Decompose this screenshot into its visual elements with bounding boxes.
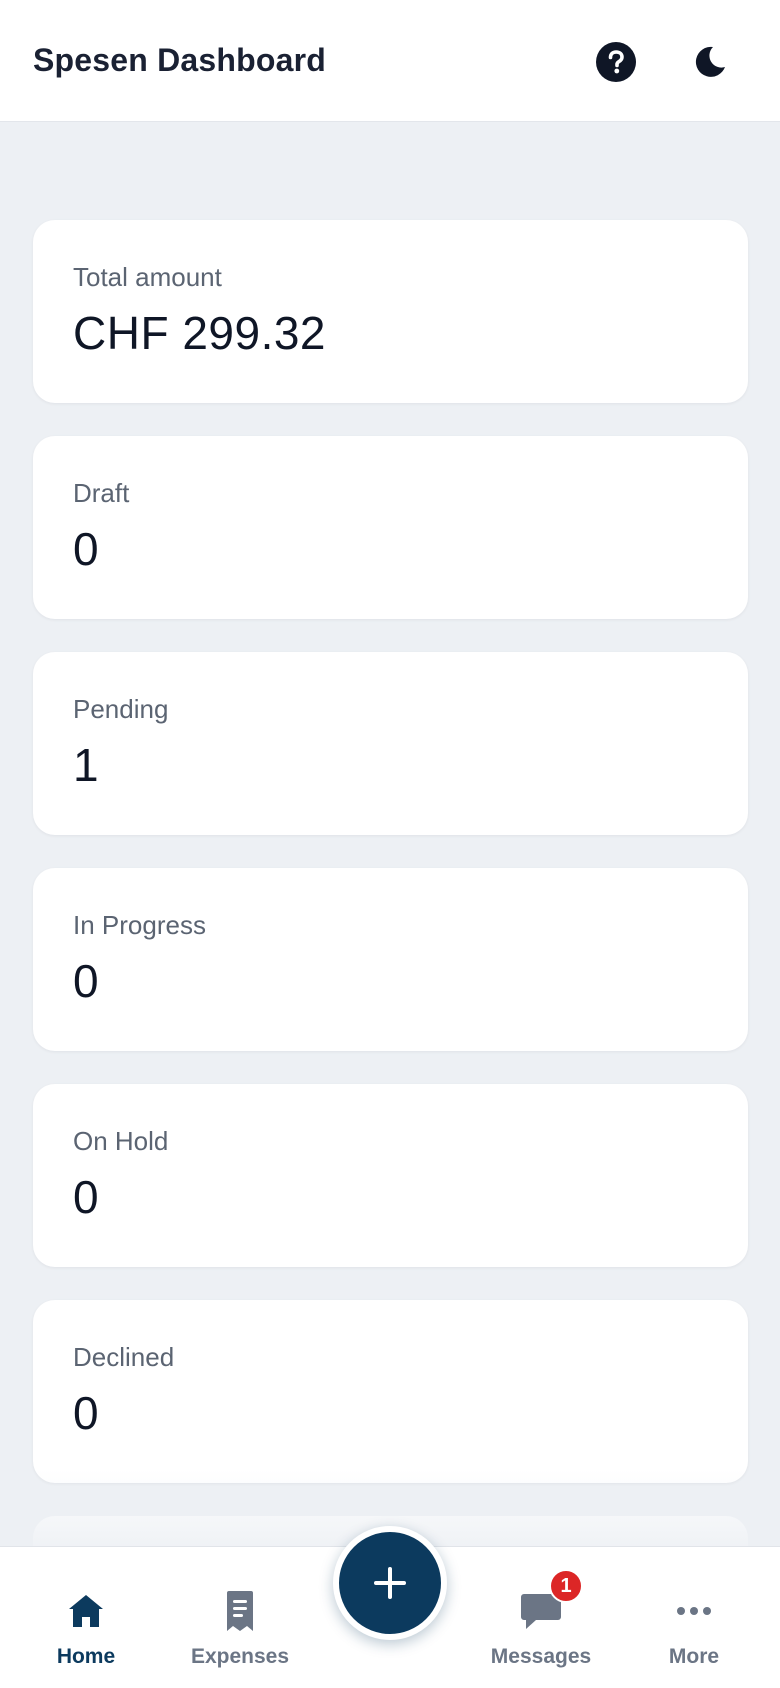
nav-item-more[interactable]: More xyxy=(624,1547,764,1688)
nav-label: Home xyxy=(56,1645,116,1668)
dashboard-content: Total amount CHF 299.32 Draft 0 Pending … xyxy=(0,122,780,1546)
messages-badge: 1 xyxy=(549,1569,583,1603)
stat-card-value: 0 xyxy=(73,955,100,1007)
theme-toggle-button[interactable] xyxy=(684,36,736,88)
stat-card-value: 1 xyxy=(73,739,100,791)
stat-card-draft[interactable]: Draft 0 xyxy=(33,436,748,619)
ellipsis-icon xyxy=(677,1607,711,1615)
stat-card-pending[interactable]: Pending 1 xyxy=(33,652,748,835)
stat-card-in-progress[interactable]: In Progress 0 xyxy=(33,868,748,1051)
question-circle-icon xyxy=(596,42,636,82)
help-button[interactable] xyxy=(590,36,642,88)
stat-card-value: 0 xyxy=(73,523,100,575)
stat-card-value: CHF 299.32 xyxy=(73,307,327,359)
stat-card-label: Draft xyxy=(73,478,130,508)
nav-item-expenses[interactable]: Expenses xyxy=(170,1547,310,1688)
plus-icon xyxy=(374,1567,406,1599)
receipt-icon xyxy=(227,1591,253,1631)
stat-card-declined[interactable]: Declined 0 xyxy=(33,1300,748,1483)
home-icon xyxy=(69,1595,103,1627)
moon-icon xyxy=(695,46,725,77)
nav-label: Expenses xyxy=(190,1645,290,1668)
stat-card-on-hold[interactable]: On Hold 0 xyxy=(33,1084,748,1267)
nav-item-messages[interactable]: 1 Messages xyxy=(471,1547,611,1688)
stat-card-label: In Progress xyxy=(73,910,206,940)
stat-card-value: 0 xyxy=(73,1171,100,1223)
nav-label: More xyxy=(668,1645,720,1668)
add-expense-button[interactable] xyxy=(333,1526,447,1640)
stat-card-label: Declined xyxy=(73,1342,175,1372)
stat-card-label: On Hold xyxy=(73,1126,169,1156)
stat-card-label: Total amount xyxy=(73,262,222,292)
nav-label: Messages xyxy=(490,1645,592,1668)
stat-card-label: Pending xyxy=(73,694,169,724)
app-root: Spesen Dashboard Total amount CHF 299.32… xyxy=(0,0,780,1688)
stat-card-value: 0 xyxy=(73,1387,100,1439)
stat-card-total-amount[interactable]: Total amount CHF 299.32 xyxy=(33,220,748,403)
top-header: Spesen Dashboard xyxy=(0,0,780,122)
nav-item-home[interactable]: Home xyxy=(16,1547,156,1688)
